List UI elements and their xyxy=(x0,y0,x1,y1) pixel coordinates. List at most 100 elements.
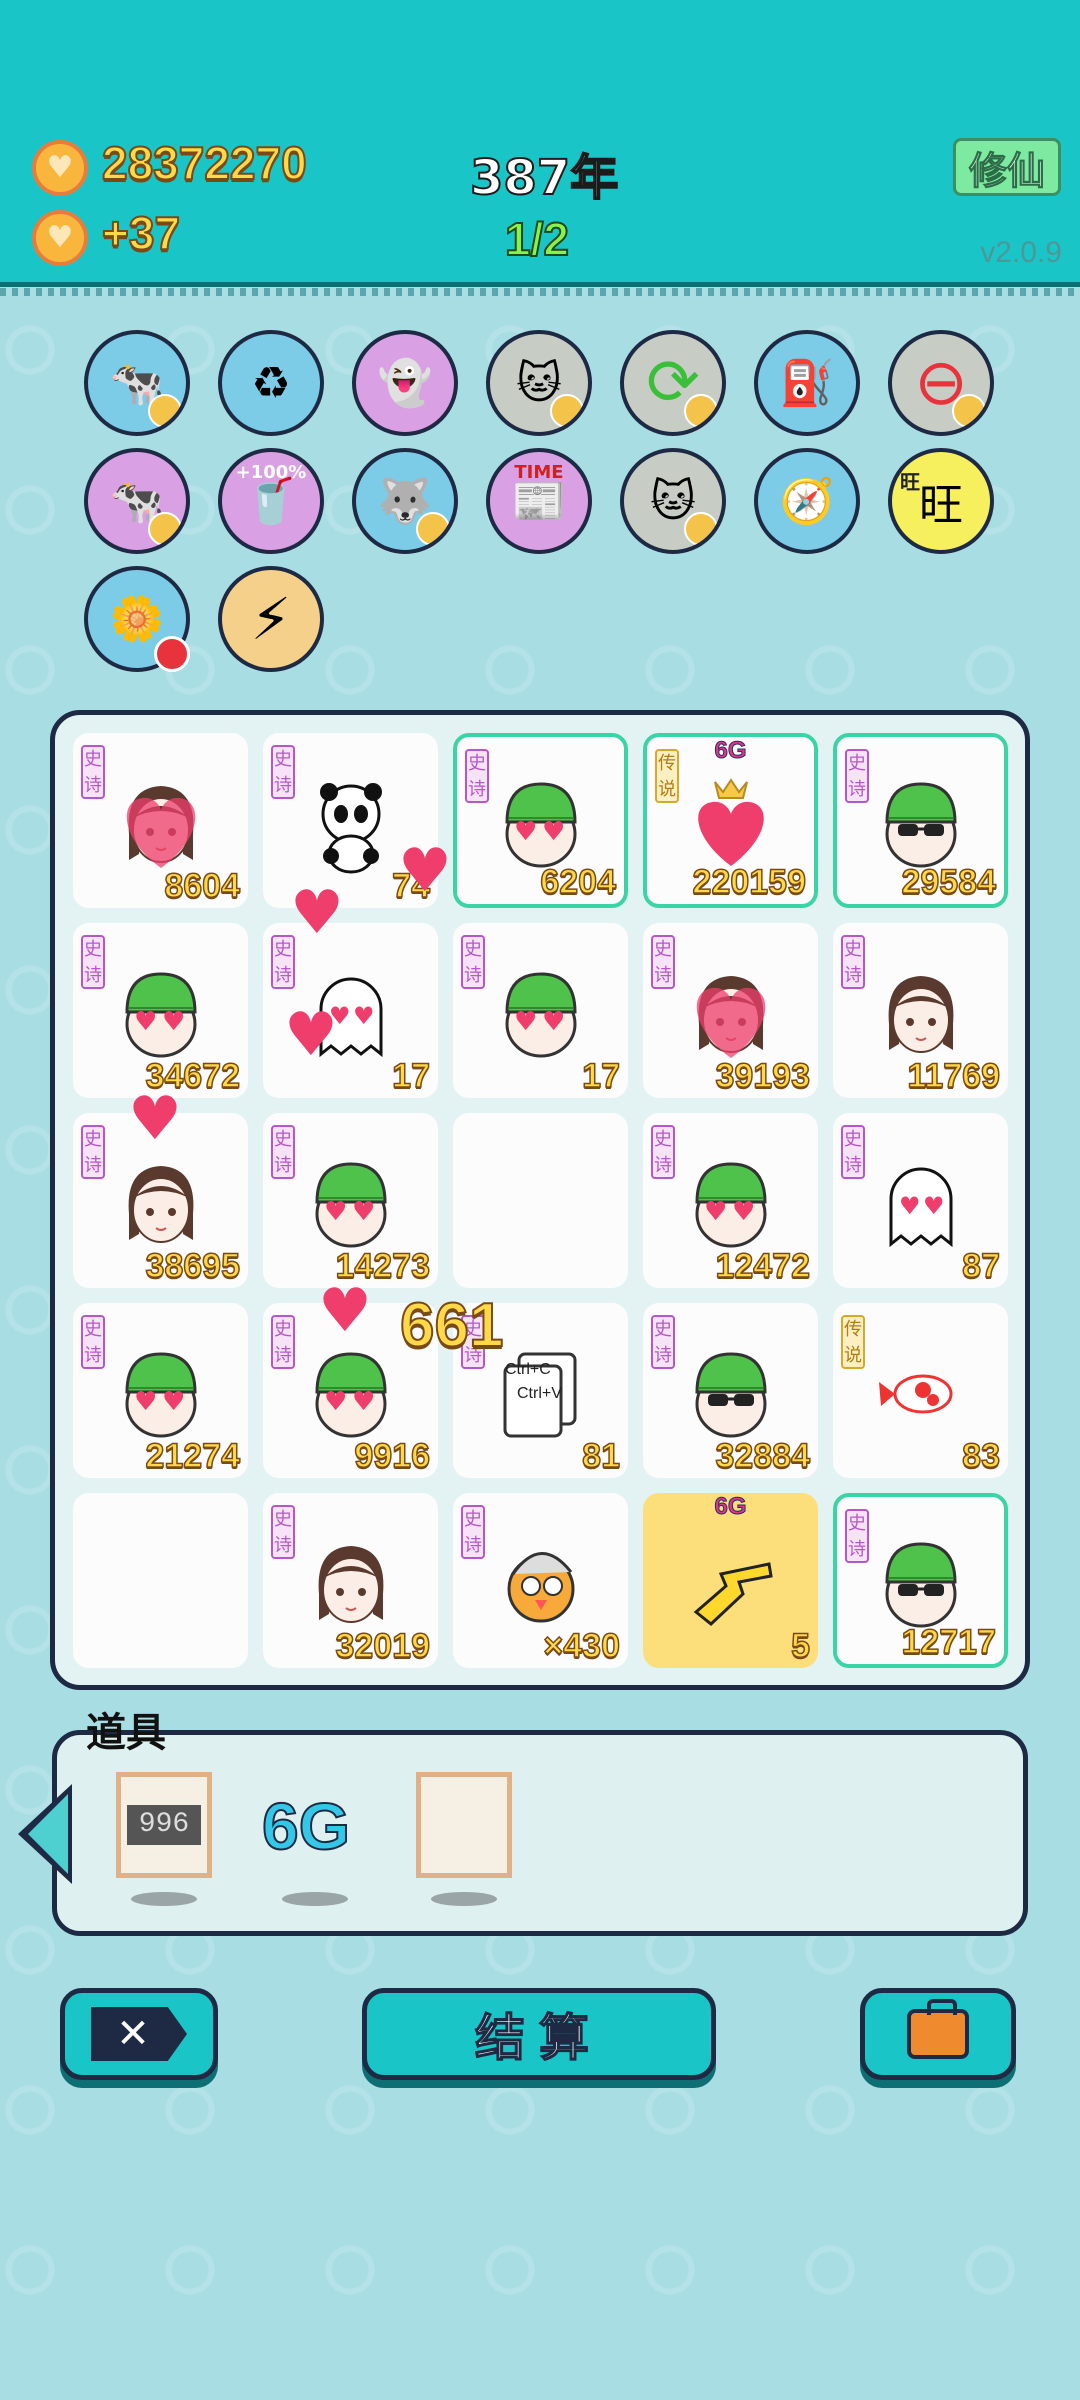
cell-value: 12717 xyxy=(901,1622,997,1662)
cell-value: 220159 xyxy=(692,862,807,902)
settle-button[interactable]: 结算 xyxy=(362,1988,716,2080)
ghost-lantern-skill[interactable]: 👻 xyxy=(352,330,458,436)
cell-value: 83 xyxy=(961,1436,1000,1476)
legend-tag: 传说 xyxy=(655,749,679,803)
epic-tag: 史诗 xyxy=(81,1315,105,1369)
chick-icon xyxy=(491,1534,591,1634)
lightning-icon: ⚡ xyxy=(250,585,292,653)
cell-value: 17 xyxy=(391,1056,430,1096)
minus-circle-skill[interactable]: ⊖ xyxy=(888,330,994,436)
board-cell[interactable]: 史诗 32019 xyxy=(263,1493,438,1668)
tool-shadow xyxy=(431,1892,497,1906)
epic-tag: 史诗 xyxy=(271,1315,295,1369)
svg-text:♥: ♥ xyxy=(514,1007,537,1037)
cow-twins-skill[interactable]: 🐄 xyxy=(84,448,190,554)
ctrl-label: Ctrl+C xyxy=(505,1361,551,1378)
board-cell[interactable]: 史诗 ♥ ♥ 21274 xyxy=(73,1303,248,1478)
husky-skill[interactable]: 🐺 xyxy=(352,448,458,554)
board-cell[interactable]: 史诗 32884 xyxy=(643,1303,818,1478)
tools-prev-arrow-icon[interactable] xyxy=(18,1784,72,1884)
ghost-icon: ♥ ♥ xyxy=(871,1154,971,1254)
level-badge-icon xyxy=(550,394,584,428)
board-cell[interactable]: 史诗 ×430 xyxy=(453,1493,628,1668)
svg-text:♥: ♥ xyxy=(899,1192,921,1220)
backspace-icon: ✕ xyxy=(91,2007,187,2061)
green-heart-icon: ♥ ♥ xyxy=(111,1344,211,1444)
wang-skill[interactable]: 旺旺 xyxy=(888,448,994,554)
green-heart-icon: ♥ ♥ xyxy=(301,1154,401,1254)
board-cell[interactable]: 史诗 39193 xyxy=(643,923,818,1098)
green-heart-icon: ♥ ♥ xyxy=(301,1344,401,1444)
coin-icon: ♥ xyxy=(32,210,88,266)
board-cell[interactable]: 史诗 ♥ ♥ 34672 xyxy=(73,923,248,1098)
xiuxian-button[interactable]: 修仙 xyxy=(953,138,1061,196)
board-cell[interactable]: 史诗 11769 xyxy=(833,923,1008,1098)
tool-996[interactable]: 996 xyxy=(116,1772,212,1878)
board-cell[interactable]: 史诗 ♥ ♥ 14273 xyxy=(263,1113,438,1288)
wang-icon: 旺 xyxy=(919,480,963,531)
skill-text: +100% xyxy=(235,462,307,483)
svg-text:♥: ♥ xyxy=(732,1197,755,1227)
pump-icon: ⛽ xyxy=(779,358,835,409)
level-badge-icon xyxy=(416,512,450,546)
heart-crown-icon xyxy=(681,774,781,874)
board-cell[interactable]: 传说 6G 220159 xyxy=(643,733,818,908)
cell-value: 8604 xyxy=(164,866,241,906)
board-cell[interactable]: 史诗 ♥ ♥ 12472 xyxy=(643,1113,818,1288)
board-cell[interactable]: 6G 5 xyxy=(643,1493,818,1668)
top-bar: ♥ 28372270 ♥ +37 387年 1/2 修仙 v2.0.9 xyxy=(0,0,1080,296)
tool-frame-blank[interactable] xyxy=(416,1772,512,1878)
svg-text:♥: ♥ xyxy=(324,1387,347,1417)
tool-6g[interactable]: 6G xyxy=(261,1788,351,1864)
pointer-icon xyxy=(681,1534,781,1634)
svg-text:♥: ♥ xyxy=(324,1197,347,1227)
cow-twins-skill[interactable]: 🐄 xyxy=(84,330,190,436)
board-cell[interactable]: 史诗 29584 xyxy=(833,733,1008,908)
board-cell[interactable]: 史诗 ♥ ♥ 87 xyxy=(833,1113,1008,1288)
board-cell[interactable]: 史诗 ♥ ♥ 17 xyxy=(453,923,628,1098)
girl-icon xyxy=(111,1154,211,1254)
girl-heart-icon xyxy=(111,774,211,874)
coin-income: +37 xyxy=(101,206,181,260)
epic-tag: 史诗 xyxy=(651,935,675,989)
briefcase-icon xyxy=(907,1999,969,2059)
lightning-skill[interactable]: ⚡ xyxy=(218,566,324,672)
pump-skill[interactable]: ⛽ xyxy=(754,330,860,436)
board-cell-empty[interactable] xyxy=(453,1113,628,1288)
cell-value: 32884 xyxy=(715,1436,811,1476)
flower-pot-skill[interactable]: 🌼 xyxy=(84,566,190,672)
cell-value: 38695 xyxy=(145,1246,241,1286)
page-indicator[interactable]: 1/2 xyxy=(504,212,570,266)
level-badge-icon xyxy=(684,394,718,428)
version-label: v2.0.9 xyxy=(980,236,1062,269)
time-magazine-skill[interactable]: 📰 TIME xyxy=(486,448,592,554)
board-cell[interactable]: 史诗 12717 xyxy=(833,1493,1008,1668)
skill-text: 旺 xyxy=(900,470,920,494)
heart-icon: ♥ xyxy=(318,1276,372,1346)
remove-badge-icon[interactable] xyxy=(154,636,190,672)
compass-skill[interactable]: 🧭 xyxy=(754,448,860,554)
coin-total: 28372270 xyxy=(101,136,308,190)
floating-value: 661 xyxy=(399,1290,504,1361)
svg-text:♥: ♥ xyxy=(704,1197,727,1227)
epic-tag: 史诗 xyxy=(271,1505,295,1559)
cat-glasses-skill[interactable]: 🐱 xyxy=(620,448,726,554)
clear-button[interactable]: ✕ xyxy=(60,1988,218,2080)
board-cell[interactable]: 传说 83 xyxy=(833,1303,1008,1478)
drink-plus100-skill[interactable]: 🥤 +100% xyxy=(218,448,324,554)
svg-text:♥: ♥ xyxy=(134,1007,157,1037)
refresh-skill[interactable]: ⟳ xyxy=(620,330,726,436)
epic-tag: 史诗 xyxy=(465,749,489,803)
tool-shadow xyxy=(131,1892,197,1906)
board-cell-empty[interactable] xyxy=(73,1493,248,1668)
cat-glasses-skill[interactable]: 🐱 xyxy=(486,330,592,436)
briefcase-button[interactable] xyxy=(860,1988,1016,2080)
epic-tag: 史诗 xyxy=(271,745,295,799)
board-cell[interactable]: 史诗 ♥ ♥ 6204 xyxy=(453,733,628,908)
recycle-bag-skill[interactable]: ♻ xyxy=(218,330,324,436)
epic-tag: 史诗 xyxy=(841,935,865,989)
green-heart-icon: ♥ ♥ xyxy=(681,1154,781,1254)
epic-tag: 史诗 xyxy=(841,1125,865,1179)
year-counter: 387年 xyxy=(469,149,619,207)
board-cell[interactable]: 史诗 8604 xyxy=(73,733,248,908)
